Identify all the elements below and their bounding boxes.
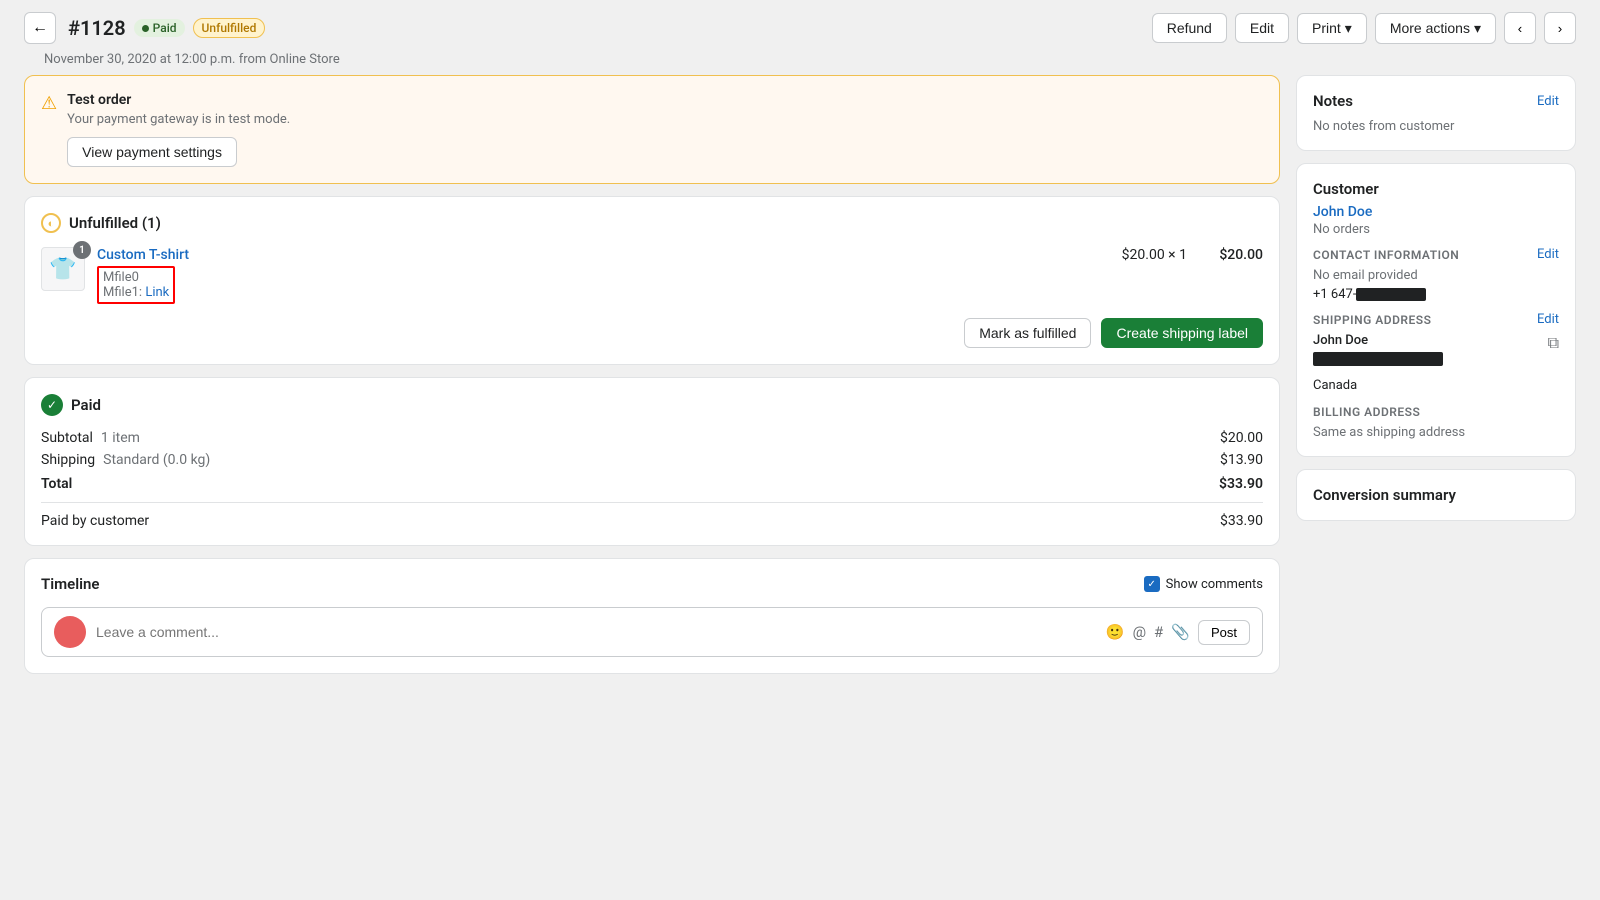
conversion-summary-card: Conversion summary (1296, 469, 1576, 521)
copy-icon[interactable]: ⧉ (1548, 333, 1559, 353)
billing-address-title: BILLING ADDRESS (1313, 405, 1420, 419)
contact-info-title: CONTACT INFORMATION (1313, 248, 1459, 262)
paid-dot (142, 25, 149, 32)
hashtag-icon[interactable]: # (1154, 623, 1163, 641)
paid-icon: ✓ (41, 394, 63, 416)
item-meta-line2: Mfile1: Link (103, 285, 169, 300)
test-order-title: Test order (67, 92, 290, 108)
item-meta-link[interactable]: Link (145, 285, 169, 300)
notes-card: Notes Edit No notes from customer (1296, 75, 1576, 151)
no-orders-text: No orders (1313, 222, 1559, 237)
test-order-banner: ⚠ Test order Your payment gateway is in … (24, 75, 1280, 184)
show-comments-toggle[interactable]: ✓ Show comments (1144, 576, 1263, 592)
more-actions-button[interactable]: More actions ▾ (1375, 13, 1496, 44)
customer-title: Customer (1313, 180, 1379, 198)
view-payment-settings-button[interactable]: View payment settings (67, 137, 237, 167)
shipping-country: Canada (1313, 378, 1443, 393)
order-date: November 30, 2020 at 12:00 p.m. from Onl… (0, 52, 1600, 67)
post-button[interactable]: Post (1198, 620, 1250, 645)
back-button[interactable]: ← (24, 12, 56, 44)
test-order-description: Your payment gateway is in test mode. (67, 112, 290, 127)
comment-area: 🙂 @ # 📎 Post (41, 607, 1263, 657)
shipping-edit-link[interactable]: Edit (1537, 312, 1559, 327)
phone-redacted (1356, 288, 1426, 301)
no-notes-text: No notes from customer (1313, 119, 1454, 134)
contact-edit-link[interactable]: Edit (1537, 247, 1559, 262)
unfulfilled-title: Unfulfilled (1) (69, 214, 161, 232)
unfulfilled-icon: ◐ (41, 213, 61, 233)
mark-fulfilled-button[interactable]: Mark as fulfilled (964, 318, 1091, 348)
shipping-row: Shipping Standard (0.0 kg) $13.90 (41, 452, 1263, 468)
next-order-button[interactable]: › (1544, 12, 1576, 44)
notes-edit-link[interactable]: Edit (1537, 94, 1559, 109)
next-icon: › (1558, 21, 1562, 36)
item-price: $20.00 × 1 (1122, 247, 1187, 263)
print-button[interactable]: Print ▾ (1297, 13, 1367, 44)
show-comments-label: Show comments (1166, 577, 1263, 592)
comment-input[interactable] (96, 624, 1096, 640)
billing-same-text: Same as shipping address (1313, 425, 1559, 440)
user-avatar (54, 616, 86, 648)
item-meta-line1: Mfile0 (103, 270, 169, 285)
subtotal-row: Subtotal 1 item $20.00 (41, 430, 1263, 446)
customer-name-link[interactable]: John Doe (1313, 204, 1559, 220)
shipping-name: John Doe (1313, 333, 1443, 348)
phone-info: +1 647- (1313, 287, 1559, 302)
timeline-title: Timeline (41, 575, 99, 593)
customer-card: Customer John Doe No orders CONTACT INFO… (1296, 163, 1576, 457)
refund-button[interactable]: Refund (1152, 13, 1227, 43)
notes-title: Notes (1313, 92, 1353, 110)
print-chevron-icon: ▾ (1345, 20, 1352, 37)
order-item: 👕 1 Custom T-shirt Mfile0 Mfile1: Link (41, 247, 1263, 304)
warning-icon: ⚠ (41, 93, 57, 114)
prev-icon: ‹ (1518, 21, 1522, 36)
prev-order-button[interactable]: ‹ (1504, 12, 1536, 44)
unfulfilled-card: ◐ Unfulfilled (1) 👕 1 Custom T-shirt Mfi… (24, 196, 1280, 365)
total-row: Total $33.90 (41, 476, 1263, 492)
item-qty-badge: 1 (73, 241, 91, 259)
show-comments-checkbox[interactable]: ✓ (1144, 576, 1160, 592)
address-redacted (1313, 352, 1443, 366)
attachment-icon[interactable]: 📎 (1171, 623, 1190, 641)
paid-by-row: Paid by customer $33.90 (41, 513, 1263, 529)
shipping-address-title: SHIPPING ADDRESS (1313, 313, 1431, 327)
back-icon: ← (32, 19, 48, 37)
item-total: $20.00 (1203, 247, 1263, 263)
no-email-text: No email provided (1313, 268, 1559, 283)
paid-badge: Paid (134, 19, 185, 37)
payment-title: Paid (71, 396, 101, 414)
edit-button[interactable]: Edit (1235, 13, 1289, 43)
order-title: #1128 Paid Unfulfilled (68, 16, 265, 40)
emoji-icon[interactable]: 🙂 (1106, 623, 1125, 641)
payment-card: ✓ Paid Subtotal 1 item $20.00 Shipping S… (24, 377, 1280, 546)
create-shipping-label-button[interactable]: Create shipping label (1101, 318, 1263, 348)
mention-icon[interactable]: @ (1133, 623, 1146, 641)
unfulfilled-badge: Unfulfilled (193, 18, 266, 38)
item-name-link[interactable]: Custom T-shirt (97, 247, 1110, 263)
more-actions-chevron-icon: ▾ (1474, 20, 1481, 37)
conversion-title: Conversion summary (1313, 486, 1456, 504)
timeline-card: Timeline ✓ Show comments 🙂 @ # 📎 Post (24, 558, 1280, 674)
